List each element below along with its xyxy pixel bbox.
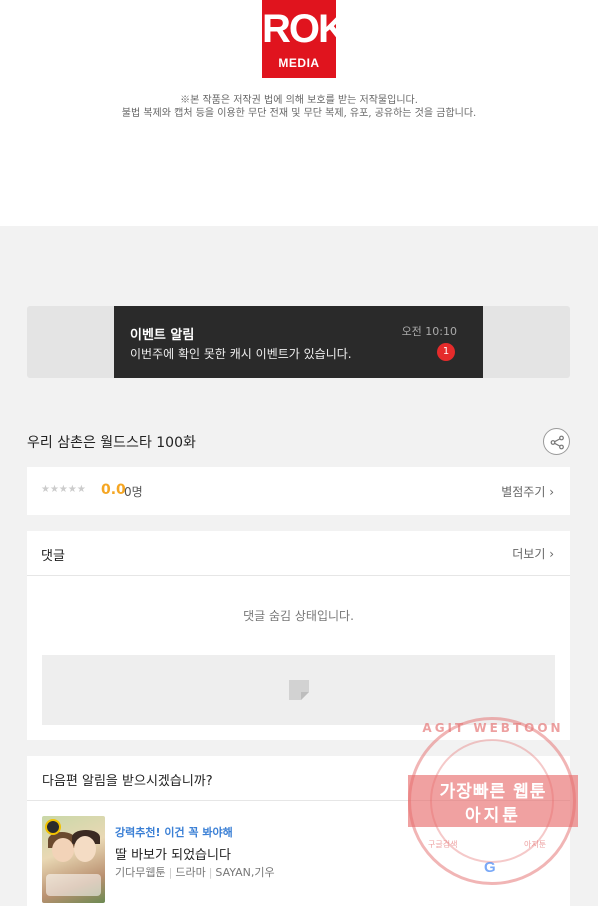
- comment-section: 댓글 더보기 › 댓글 숨김 상태입니다.: [27, 531, 570, 740]
- recommend-title[interactable]: 딸 바보가 되었습니다: [115, 844, 231, 863]
- share-icon: [550, 435, 564, 450]
- event-time: 오전 10:10: [401, 325, 457, 338]
- recommended-thumbnail[interactable]: [42, 816, 105, 903]
- event-message: 이번주에 확인 못한 캐시 이벤트가 있습니다.: [130, 347, 352, 361]
- share-button[interactable]: [543, 428, 570, 455]
- comment-header: 댓글 더보기 ›: [27, 531, 570, 576]
- meta-divider: |: [168, 866, 173, 879]
- publisher-logo: ROK MEDIA: [262, 0, 347, 78]
- thumbnail-title-art: [46, 874, 101, 896]
- recommend-meta: 기다무웹툰 | 드라마 | SAYAN,기우: [115, 864, 275, 880]
- comment-more-button[interactable]: 더보기 ›: [512, 545, 554, 562]
- recommend-author: SAYAN,기우: [215, 866, 275, 879]
- rating-card: ★★★★★ 0.0 0명 별점주기 ›: [27, 467, 570, 515]
- next-episode-question: 다음편 알림을 받으시겠습니까?: [42, 774, 213, 789]
- rate-button[interactable]: 별점주기 ›: [501, 483, 554, 500]
- copyright-header: ROK MEDIA ※본 작품은 저작권 법에 의해 보호를 받는 저작물입니다…: [0, 0, 598, 226]
- comment-label: 댓글: [41, 549, 65, 564]
- next-episode-section: 다음편 알림을 받으시겠습니까? 강력추천! 이건 꼭 봐야해 딸 바보가 되었…: [27, 756, 570, 906]
- recommend-genre: 드라마: [175, 866, 206, 879]
- copyright-notice-line2: 불법 복제와 캡처 등을 이용한 무단 전재 및 무단 복제, 유포, 공유하는…: [121, 108, 477, 119]
- logo-text: ROK: [262, 7, 347, 51]
- recommend-platform: 기다무웹툰: [115, 866, 166, 879]
- comment-input-box[interactable]: [42, 655, 555, 725]
- thumbnail-art: [52, 838, 74, 862]
- rating-score: 0.0: [101, 482, 126, 498]
- event-notification[interactable]: 이벤트 알림 이번주에 확인 못한 캐시 이벤트가 있습니다. 오전 10:10…: [114, 306, 483, 378]
- episode-title: 우리 삼촌은 월드스타 100화: [27, 435, 196, 451]
- rating-count: 0명: [124, 485, 143, 499]
- next-episode-header[interactable]: 다음편 알림을 받으시겠습니까?: [27, 756, 570, 801]
- comment-hidden-message: 댓글 숨김 상태입니다.: [243, 609, 354, 623]
- logo-subtext: MEDIA: [278, 56, 320, 70]
- event-count-badge: 1: [437, 343, 455, 361]
- meta-divider: |: [208, 866, 213, 879]
- event-title: 이벤트 알림: [130, 328, 195, 343]
- star-rating-icon: ★★★★★: [41, 484, 86, 495]
- recommend-tag: 강력추천! 이건 꼭 봐야해: [115, 826, 233, 839]
- comment-placeholder-icon: [289, 680, 309, 700]
- thumbnail-art: [74, 836, 96, 862]
- wait-free-clock-icon: [45, 819, 61, 835]
